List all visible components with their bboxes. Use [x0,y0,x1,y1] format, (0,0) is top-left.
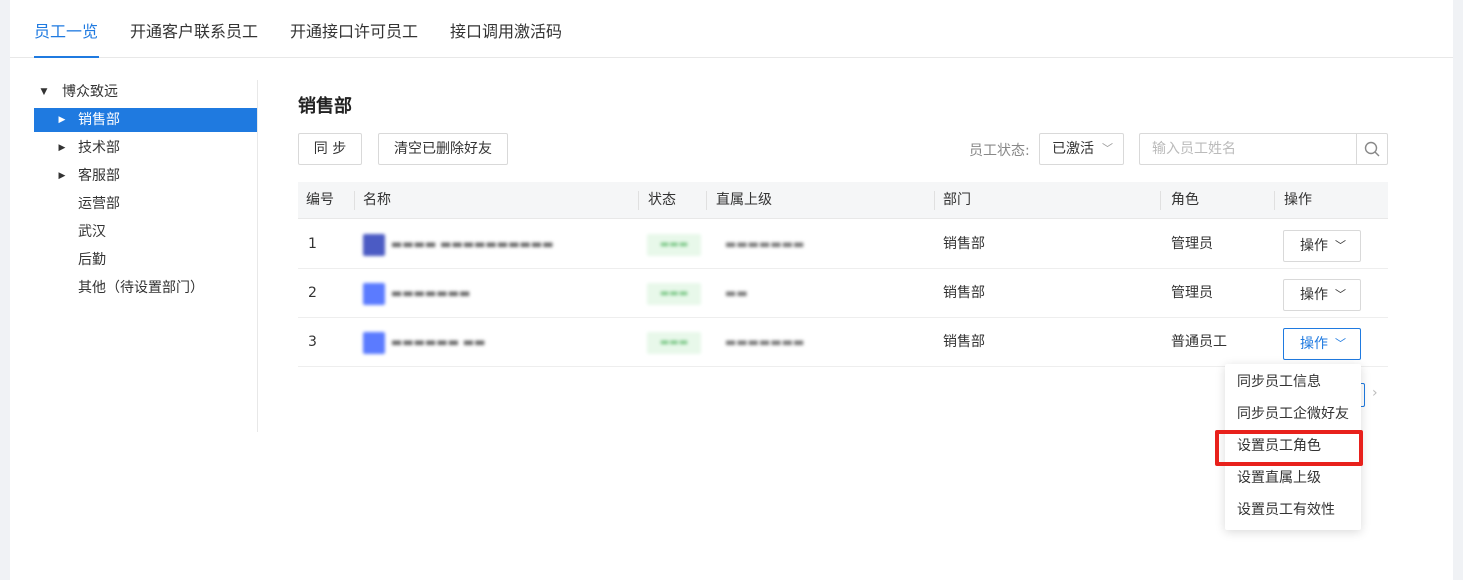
status-filter-label: 员工状态: [969,143,1030,159]
row-department: 销售部 [943,285,985,301]
blurred-name: ▬▬▬▬▬▬ ▬▬ [391,335,486,349]
search-icon [1364,141,1380,157]
row-action-button[interactable]: 操作 ﹀ [1283,328,1361,360]
table-row: 3 ▬▬▬▬▬▬ ▬▬ ▬▬▬ ▬▬▬▬▬▬▬ 销售部 普通员工 操作 ﹀ [298,318,1388,367]
col-separator [934,191,935,210]
blurred-status-badge: ▬▬▬ [647,332,701,354]
row-action-button[interactable]: 操作 ﹀ [1283,230,1361,262]
tree-item-label: 销售部 [78,112,120,128]
table-header: 编号 名称 状态 直属上级 部门 角色 操作 [298,182,1388,219]
blurred-name: ▬▬▬▬ ▬▬▬▬▬▬▬▬▬▬ [391,237,554,251]
blurred-employee-info: ▬▬▬▬▬▬▬ ▬▬▬ ▬▬ [353,269,855,317]
row-action-button[interactable]: 操作 ﹀ [1283,279,1361,311]
search-button[interactable] [1356,133,1388,165]
row-number: 3 [308,334,317,350]
tree-item-label: 运营部 [78,196,120,212]
blurred-employee-info: ▬▬▬▬ ▬▬▬▬▬▬▬▬▬▬ ▬▬▬ ▬▬▬▬▬▬▬ [353,220,855,268]
col-separator [706,191,707,210]
action-label: 操作 [1300,287,1328,303]
row-number: 2 [308,285,317,301]
tab-employee-list[interactable]: 员工一览 [34,18,98,42]
tree-item-tech[interactable]: ▶ 技术部 [34,136,257,160]
row-number: 1 [308,236,317,252]
tree-root-label: 博众致远 [62,84,118,100]
caret-right-icon[interactable]: ▶ [56,136,68,160]
caret-right-icon[interactable]: ▶ [56,164,68,188]
col-separator [638,191,639,210]
department-tree: ▼ 博众致远 ▶ 销售部 ▶ 技术部 ▶ 客服部 运营部 武汉 后勤 其他（待设… [34,80,258,432]
avatar [363,283,385,305]
blurred-status-badge: ▬▬▬ [647,234,701,256]
tree-item-sales[interactable]: ▶ 销售部 [34,108,257,132]
tree-item-label: 武汉 [78,224,106,240]
active-tab-underline [34,56,99,58]
tree-item-logistics[interactable]: 后勤 [34,248,257,272]
col-separator [1160,191,1161,210]
chevron-down-icon: ﹀ [1335,239,1346,252]
tree-item-label: 技术部 [78,140,120,156]
avatar [363,332,385,354]
blurred-supervisor: ▬▬▬▬▬▬▬ [725,335,805,349]
menu-item-sync-info[interactable]: 同步员工信息 [1225,366,1361,398]
top-tabs: 员工一览 开通客户联系员工 开通接口许可员工 接口调用激活码 [10,0,1453,58]
status-select[interactable]: 已激活 ﹀ [1039,133,1124,165]
blurred-supervisor: ▬▬ [725,286,748,300]
col-separator [354,191,355,210]
tab-activation-code[interactable]: 接口调用激活码 [450,18,562,42]
tree-item-wuhan[interactable]: 武汉 [34,220,257,244]
tree-item-other[interactable]: 其他（待设置部门） [34,276,257,300]
employee-search-input[interactable] [1139,133,1357,165]
blurred-status-badge: ▬▬▬ [647,283,701,305]
chevron-down-icon: ﹀ [1335,288,1346,301]
menu-item-sync-friends[interactable]: 同步员工企微好友 [1225,398,1361,430]
col-separator [1274,191,1275,210]
chevron-right-icon[interactable]: › [1372,385,1378,401]
tree-item-label: 其他（待设置部门） [78,280,204,296]
chevron-down-icon: ﹀ [1335,337,1346,350]
col-supervisor: 直属上级 [716,192,772,208]
action-label: 操作 [1300,336,1328,352]
table-row: 1 ▬▬▬▬ ▬▬▬▬▬▬▬▬▬▬ ▬▬▬ ▬▬▬▬▬▬▬ 销售部 管理员 操作… [298,220,1388,269]
row-department: 销售部 [943,236,985,252]
avatar [363,234,385,256]
col-status: 状态 [648,192,676,208]
blurred-employee-info: ▬▬▬▬▬▬ ▬▬ ▬▬▬ ▬▬▬▬▬▬▬ [353,318,855,366]
menu-item-set-validity[interactable]: 设置员工有效性 [1225,494,1361,526]
blurred-name: ▬▬▬▬▬▬▬ [391,286,471,300]
col-action: 操作 [1284,192,1312,208]
main-panel: 员工一览 开通客户联系员工 开通接口许可员工 接口调用激活码 ▼ 博众致远 ▶ … [10,0,1453,580]
caret-right-icon[interactable]: ▶ [56,108,68,132]
col-role: 角色 [1171,192,1199,208]
col-department: 部门 [943,192,971,208]
page-title: 销售部 [298,96,352,117]
menu-item-set-supervisor[interactable]: 设置直属上级 [1225,462,1361,494]
col-name: 名称 [363,192,391,208]
row-role: 普通员工 [1171,334,1227,350]
col-number: 编号 [306,192,334,208]
chevron-down-icon: ﹀ [1102,142,1113,155]
tree-root[interactable]: ▼ 博众致远 [34,80,257,104]
tree-item-operations[interactable]: 运营部 [34,192,257,216]
tree-item-label: 后勤 [78,252,106,268]
tree-item-service[interactable]: ▶ 客服部 [34,164,257,188]
tree-item-label: 客服部 [78,168,120,184]
status-select-value: 已激活 [1052,141,1094,157]
blurred-supervisor: ▬▬▬▬▬▬▬ [725,237,805,251]
row-role: 管理员 [1171,285,1213,301]
tab-api-license[interactable]: 开通接口许可员工 [290,18,418,42]
highlight-box [1215,430,1363,466]
table-row: 2 ▬▬▬▬▬▬▬ ▬▬▬ ▬▬ 销售部 管理员 操作 ﹀ [298,269,1388,318]
row-role: 管理员 [1171,236,1213,252]
sync-button[interactable]: 同 步 [298,133,362,165]
tab-customer-contact[interactable]: 开通客户联系员工 [130,18,258,42]
action-label: 操作 [1300,238,1328,254]
row-department: 销售部 [943,334,985,350]
caret-down-icon[interactable]: ▼ [38,80,50,104]
clear-deleted-friends-button[interactable]: 清空已删除好友 [378,133,508,165]
